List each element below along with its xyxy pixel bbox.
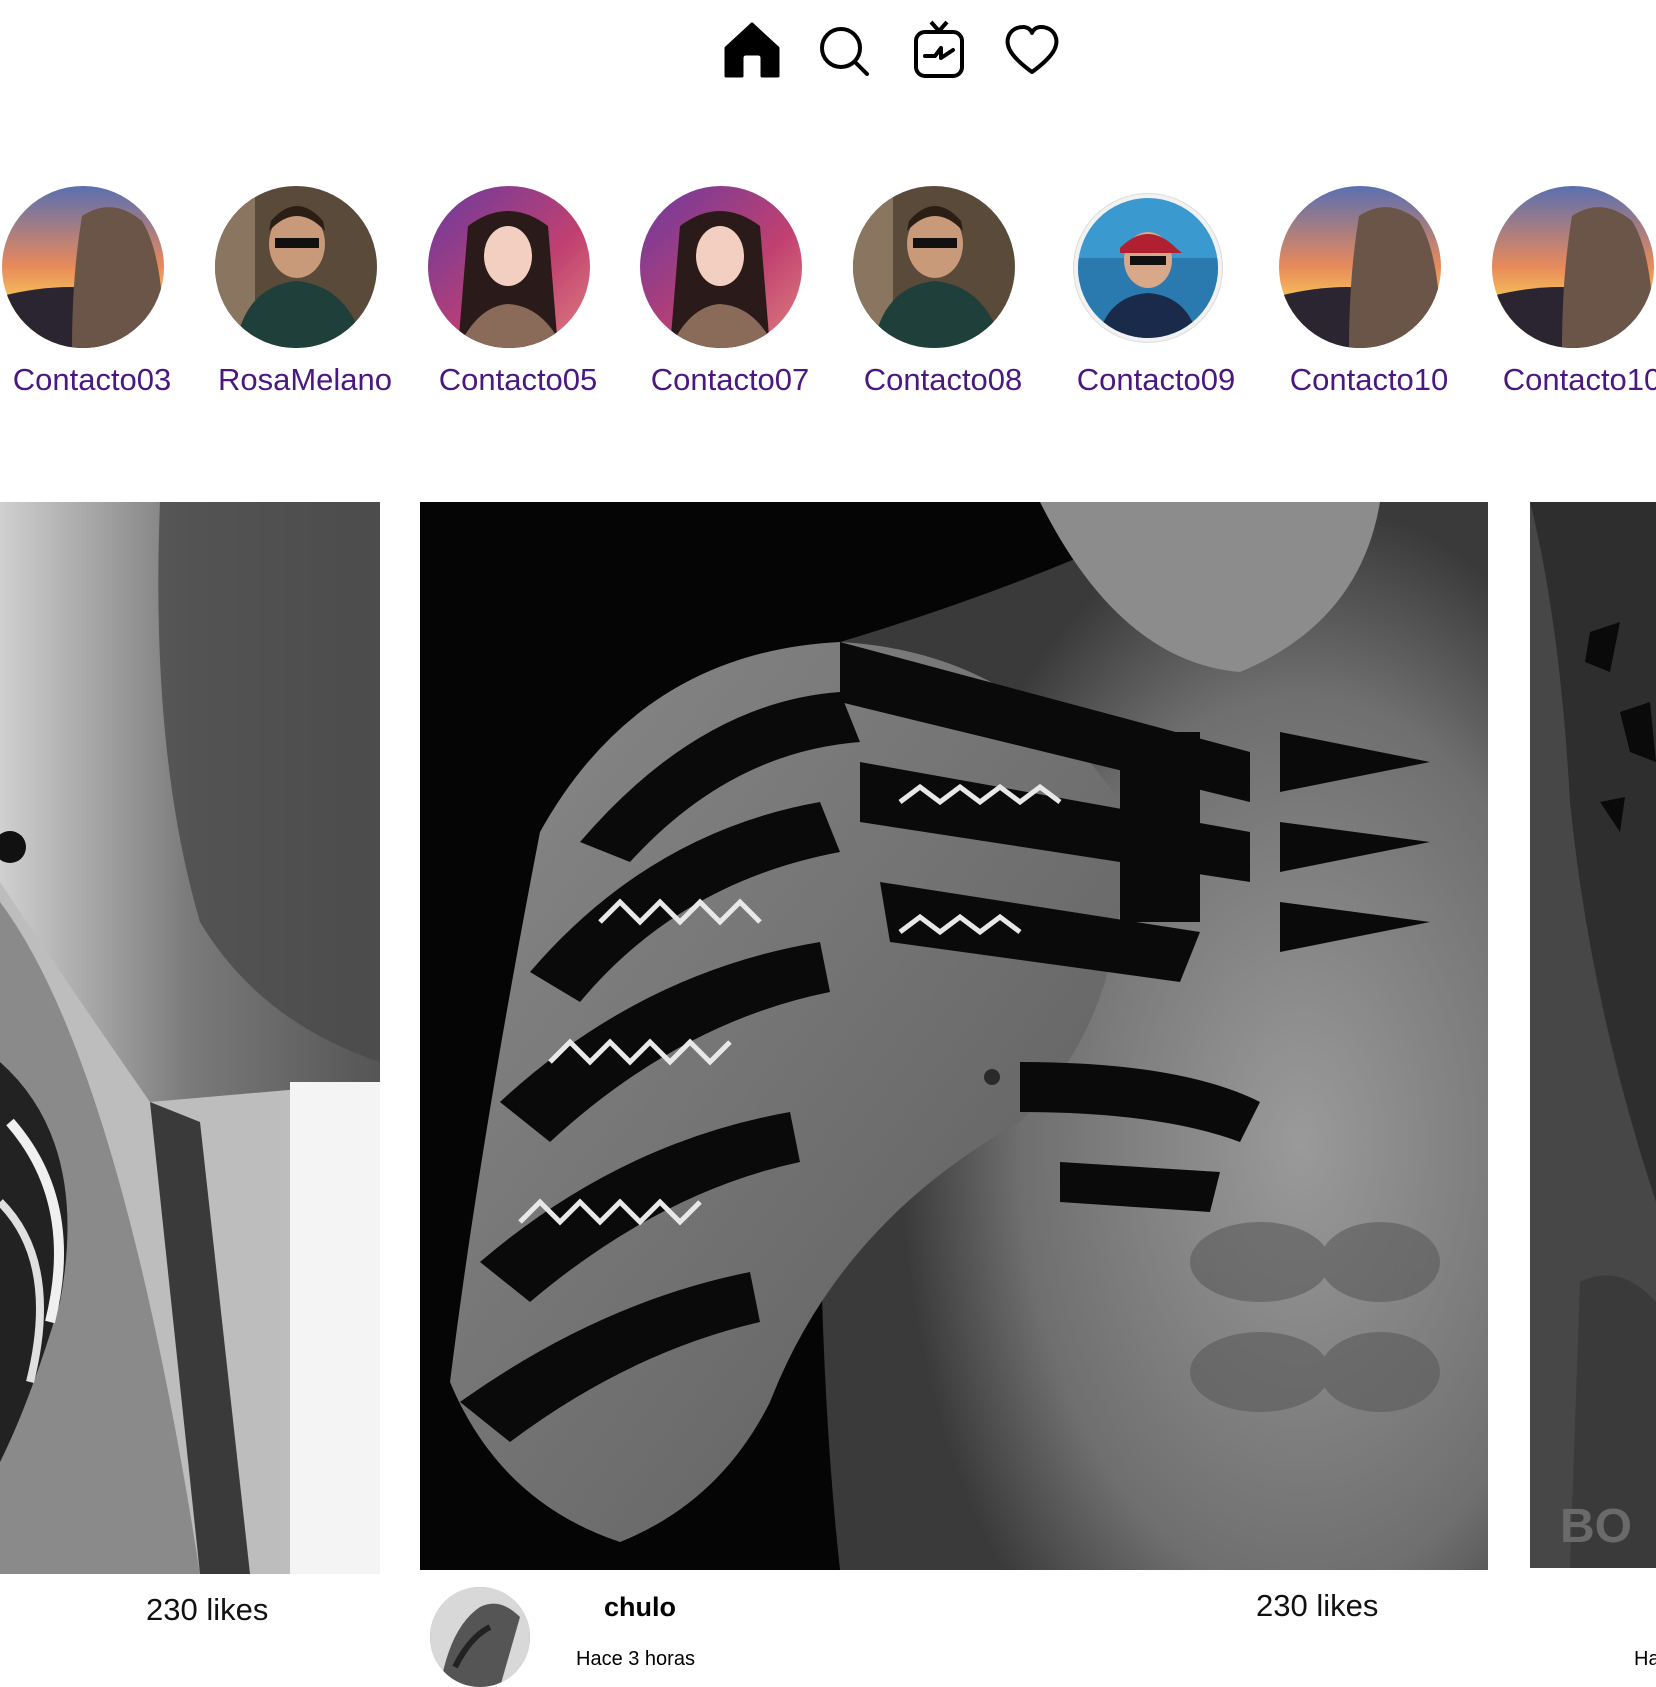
story-item[interactable]: Contacto03 [2, 180, 212, 420]
story-item[interactable]: Contacto10 [1279, 180, 1489, 420]
top-nav [0, 18, 1656, 88]
nav-igtv-button[interactable] [907, 18, 971, 82]
story-item[interactable]: RosaMelano [215, 180, 425, 420]
post-card: chulo Hace 3 horas 230 likes [420, 502, 1490, 1687]
post-card: BO Ha [1530, 502, 1656, 1670]
story-name: Contacto03 [12, 362, 172, 397]
nav-search-button[interactable] [813, 18, 877, 82]
story-item[interactable]: Contacto10 [1492, 180, 1656, 420]
nav-activity-button[interactable] [1000, 18, 1064, 82]
post-author-name[interactable]: chulo [604, 1592, 676, 1623]
post-image[interactable]: BO [1530, 502, 1656, 1568]
story-name: Contacto09 [1076, 362, 1236, 397]
avatar [215, 186, 377, 348]
avatar [853, 186, 1015, 348]
nav-home-button[interactable] [720, 18, 784, 82]
avatar [640, 186, 802, 348]
avatar [428, 186, 590, 348]
post-timestamp: Ha [1634, 1648, 1656, 1670]
story-item[interactable]: Contacto07 [640, 180, 850, 420]
story-name: Contacto05 [438, 362, 598, 397]
post-likes: 230 likes [146, 1592, 269, 1627]
search-icon [820, 27, 869, 76]
igtv-icon [914, 20, 964, 78]
avatar [1279, 186, 1441, 348]
avatar [1492, 186, 1654, 348]
heart-icon [1005, 25, 1059, 74]
story-name: Contacto08 [863, 362, 1023, 397]
stories-row: Contacto03 RosaMelano Contacto05 Contact… [0, 180, 1656, 420]
post-likes: 230 likes [1256, 1588, 1379, 1623]
avatar [2, 186, 164, 348]
story-item[interactable]: Contacto05 [428, 180, 638, 420]
home-icon [724, 22, 780, 78]
post-image[interactable] [420, 502, 1488, 1570]
post-card: 230 likes [0, 502, 380, 1662]
avatar [1078, 198, 1218, 338]
story-name: Contacto10 [1289, 362, 1449, 397]
post-timestamp: Hace 3 horas [576, 1648, 695, 1670]
post-author-avatar[interactable] [430, 1587, 530, 1687]
post-image[interactable] [0, 502, 380, 1574]
story-name: Contacto07 [650, 362, 810, 397]
story-name: Contacto10 [1502, 362, 1656, 397]
svg-text:BO: BO [1560, 1500, 1632, 1553]
story-item[interactable]: Contacto08 [853, 180, 1063, 420]
story-name: RosaMelano [217, 362, 393, 397]
story-item[interactable]: Contacto09 [1066, 180, 1276, 420]
